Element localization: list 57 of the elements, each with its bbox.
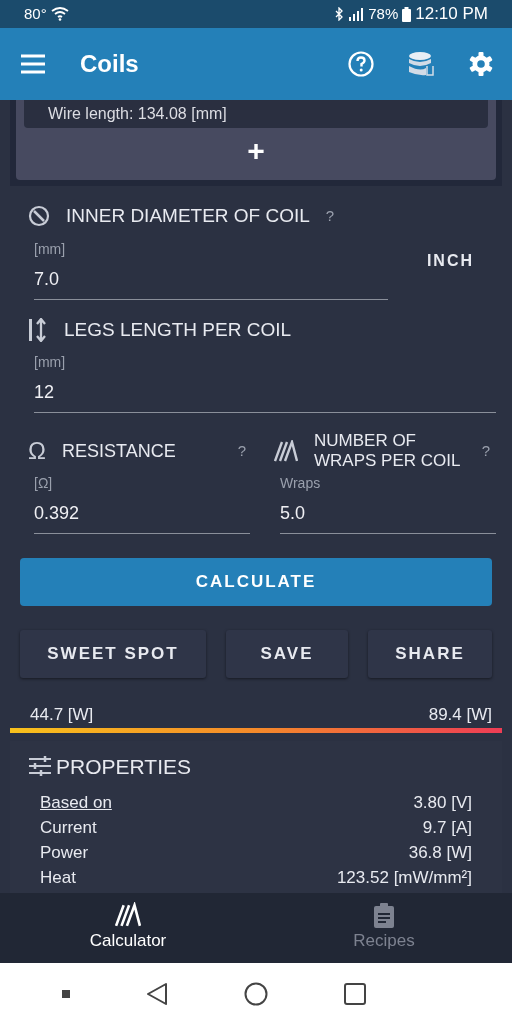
unit-toggle-button[interactable]: INCH	[420, 248, 480, 274]
sliders-icon	[28, 755, 52, 778]
calculate-button[interactable]: CALCULATE	[20, 558, 492, 606]
field-label: LEGS LENGTH PER COIL	[64, 317, 291, 342]
help-mark[interactable]: ?	[325, 205, 335, 228]
action-button[interactable]: SHARE	[368, 630, 492, 678]
signal-icon	[348, 7, 365, 21]
field-label: INNER DIAMETER OF COIL	[66, 204, 310, 228]
bluetooth-icon	[334, 7, 345, 21]
back-button[interactable]	[146, 981, 168, 1006]
settings-button[interactable]	[468, 51, 494, 77]
add-coil-button[interactable]: +	[235, 128, 277, 176]
property-link[interactable]: Based on	[40, 790, 112, 815]
nav-tab[interactable]: Calculator	[0, 901, 256, 955]
coil-icon	[274, 440, 298, 462]
property-label: Heat	[40, 867, 76, 889]
property-label: Current	[40, 817, 97, 839]
omega-icon: Ω	[28, 433, 62, 469]
nav-tab[interactable]: Recipes	[256, 901, 512, 955]
coil-icon	[115, 902, 141, 929]
diameter-icon	[28, 205, 50, 228]
action-button[interactable]: SAVE	[226, 630, 348, 678]
recents-button[interactable]	[344, 982, 366, 1005]
input-field[interactable]: 12	[34, 377, 496, 413]
temperature: 80°	[24, 3, 47, 24]
max-power: 89.4 [W]	[428, 704, 492, 726]
input-field[interactable]: 5.0	[280, 498, 496, 534]
help-mark[interactable]: ?	[237, 439, 246, 463]
database-button[interactable]	[408, 51, 434, 77]
battery-icon	[402, 6, 412, 22]
section-title: PROPERTIES	[56, 753, 191, 780]
input-field[interactable]: 0.392	[34, 498, 250, 534]
property-value: 123.52 [mW/mm²]	[336, 867, 472, 889]
field-label: NUMBER OF WRAPS PER COIL	[314, 430, 462, 472]
unit-label: [mm]	[34, 239, 67, 259]
screen-title: Coils	[80, 49, 139, 79]
clipboard-icon	[372, 902, 396, 929]
property-value: 9.7 [A]	[422, 817, 472, 839]
home-button[interactable]	[244, 981, 268, 1006]
help-mark[interactable]: ?	[481, 439, 490, 463]
property-value: 36.8 [W]	[408, 842, 472, 864]
unit-label: [Ω]	[34, 474, 54, 493]
property-value: 3.80 [V]	[413, 792, 472, 814]
action-button[interactable]: SWEET SPOT	[20, 630, 206, 678]
property-label: Power	[40, 842, 89, 864]
vertical-arrows-icon	[28, 317, 48, 342]
wire-length-text: Wire length: 134.08 [mm]	[24, 100, 488, 128]
wifi-icon	[50, 7, 69, 21]
unit-label: Wraps	[280, 474, 322, 493]
unit-label: [mm]	[34, 353, 67, 372]
input-field[interactable]: 7.0	[34, 263, 388, 300]
battery-percent: 78%	[368, 3, 399, 24]
help-button[interactable]	[348, 51, 374, 77]
field-label: RESISTANCE	[62, 439, 176, 463]
min-power: 44.7 [W]	[30, 704, 94, 726]
menu-button[interactable]	[20, 54, 46, 74]
clock: 12:10 PM	[415, 3, 488, 26]
